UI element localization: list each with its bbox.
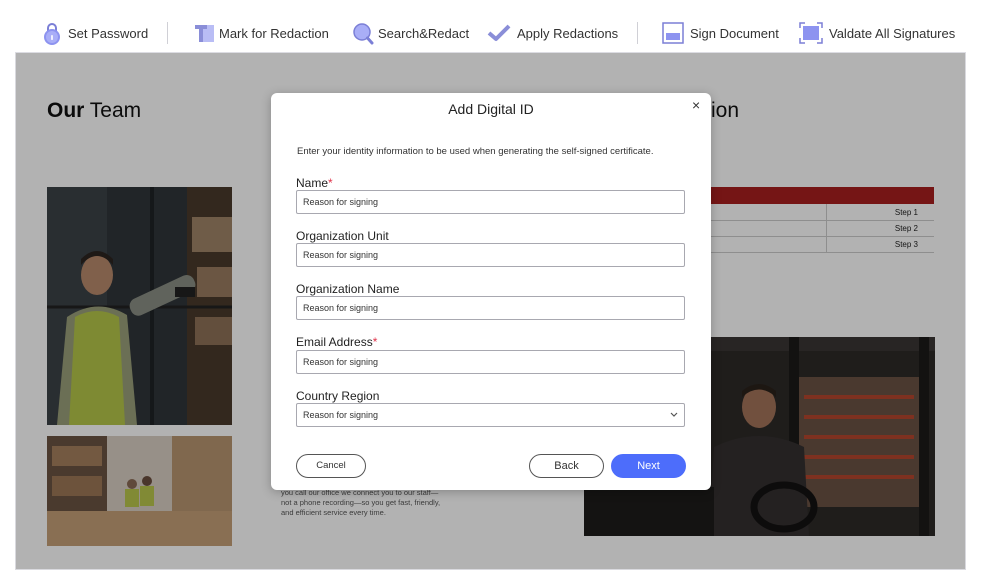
apply-redactions-button[interactable]: Apply Redactions xyxy=(487,13,618,53)
toolbar-divider xyxy=(637,22,638,44)
dialog-instruction: Enter your identity information to be us… xyxy=(297,146,654,157)
add-digital-id-dialog: Add Digital ID × Enter your identity inf… xyxy=(271,93,711,490)
search-icon xyxy=(352,22,374,45)
name-input[interactable]: Reason for signing xyxy=(296,190,685,214)
chevron-down-icon xyxy=(670,404,678,434)
country-region-label: Country Region xyxy=(296,389,380,403)
country-region-value: Reason for signing xyxy=(303,410,379,420)
apply-redactions-label: Apply Redactions xyxy=(517,25,619,41)
set-password-label: Set Password xyxy=(68,25,149,41)
signature-field-icon xyxy=(662,22,684,44)
checkmark-icon xyxy=(487,22,511,44)
email-address-label: Email Address* xyxy=(296,335,378,349)
validate-signatures-label: Valdate All Signatures xyxy=(829,25,956,41)
validate-signature-icon xyxy=(799,22,823,44)
toolbar: Set Password Mark for Redaction Search&R… xyxy=(15,13,966,53)
text-redact-icon xyxy=(193,22,214,44)
organization-unit-label: Organization Unit xyxy=(296,229,389,243)
set-password-button[interactable]: Set Password xyxy=(42,13,148,53)
sign-document-label: Sign Document xyxy=(690,25,779,41)
email-address-input[interactable]: Reason for signing xyxy=(296,350,685,374)
back-button[interactable]: Back xyxy=(529,454,604,478)
search-redact-label: Search&Redact xyxy=(378,25,470,41)
search-redact-button[interactable]: Search&Redact xyxy=(352,13,469,53)
organization-name-label: Organization Name xyxy=(296,282,400,296)
sign-document-button[interactable]: Sign Document xyxy=(662,13,779,53)
close-icon[interactable]: × xyxy=(692,97,700,113)
toolbar-divider xyxy=(167,22,168,44)
organization-name-input[interactable]: Reason for signing xyxy=(296,296,685,320)
lock-icon xyxy=(42,22,62,45)
country-region-select[interactable]: Reason for signing xyxy=(296,403,685,427)
mark-for-redaction-button[interactable]: Mark for Redaction xyxy=(193,13,329,53)
mark-for-redaction-label: Mark for Redaction xyxy=(219,25,329,41)
name-field-label: Name* xyxy=(296,176,333,190)
dialog-title: Add Digital ID xyxy=(448,101,534,117)
validate-signatures-button[interactable]: Valdate All Signatures xyxy=(799,13,955,53)
cancel-button[interactable]: Cancel xyxy=(296,454,366,478)
organization-unit-input[interactable]: Reason for signing xyxy=(296,243,685,267)
next-button[interactable]: Next xyxy=(611,454,686,478)
